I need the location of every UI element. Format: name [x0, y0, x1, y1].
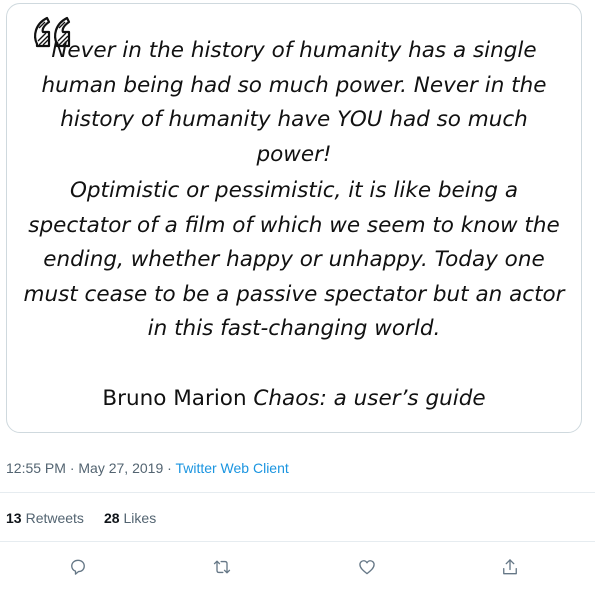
like-button[interactable] — [355, 555, 379, 579]
likes-count: 28 — [103, 510, 120, 526]
tweet-time[interactable]: 12:55 PM — [6, 460, 66, 476]
share-button[interactable] — [498, 555, 522, 579]
share-icon — [503, 559, 517, 575]
divider — [0, 492, 595, 493]
tweet-meta: 12:55 PM · May 27, 2019 · Twitter Web Cl… — [6, 460, 289, 476]
quote-author: Bruno Marion — [102, 386, 247, 411]
retweets-count: 13 — [6, 510, 22, 526]
like-icon — [359, 560, 375, 575]
retweet-icon — [213, 560, 231, 574]
quote-image[interactable]: Never in the history of humanity has a s… — [6, 3, 582, 433]
tweet-stats: 13 Retweets 28 Likes — [6, 510, 156, 526]
tweet-date[interactable]: May 27, 2019 — [78, 460, 163, 476]
quote-paragraph-1: Never in the history of humanity has a s… — [41, 38, 547, 167]
quote-text: Never in the history of humanity has a s… — [21, 34, 567, 347]
quote-attribution: Bruno Marion Chaos: a user’s guide — [21, 386, 567, 411]
tweet-detail: Never in the history of humanity has a s… — [0, 0, 595, 591]
reply-button[interactable] — [66, 555, 90, 579]
tweet-actions — [0, 555, 595, 579]
retweets-label: Retweets — [25, 510, 84, 526]
retweets-stat[interactable]: 13 Retweets — [6, 510, 84, 526]
likes-label: Likes — [123, 510, 157, 526]
reply-icon — [71, 559, 85, 575]
retweet-button[interactable] — [210, 555, 234, 579]
meta-separator: · — [65, 460, 79, 476]
divider — [0, 541, 595, 542]
tweet-client-link[interactable]: Twitter Web Client — [175, 460, 288, 476]
likes-stat[interactable]: 28 Likes — [104, 510, 156, 526]
meta-separator: · — [163, 460, 176, 476]
quote-book-title: Chaos: a user’s guide — [253, 386, 486, 411]
quote-paragraph-2: Optimistic or pessimistic, it is like be… — [23, 178, 565, 341]
